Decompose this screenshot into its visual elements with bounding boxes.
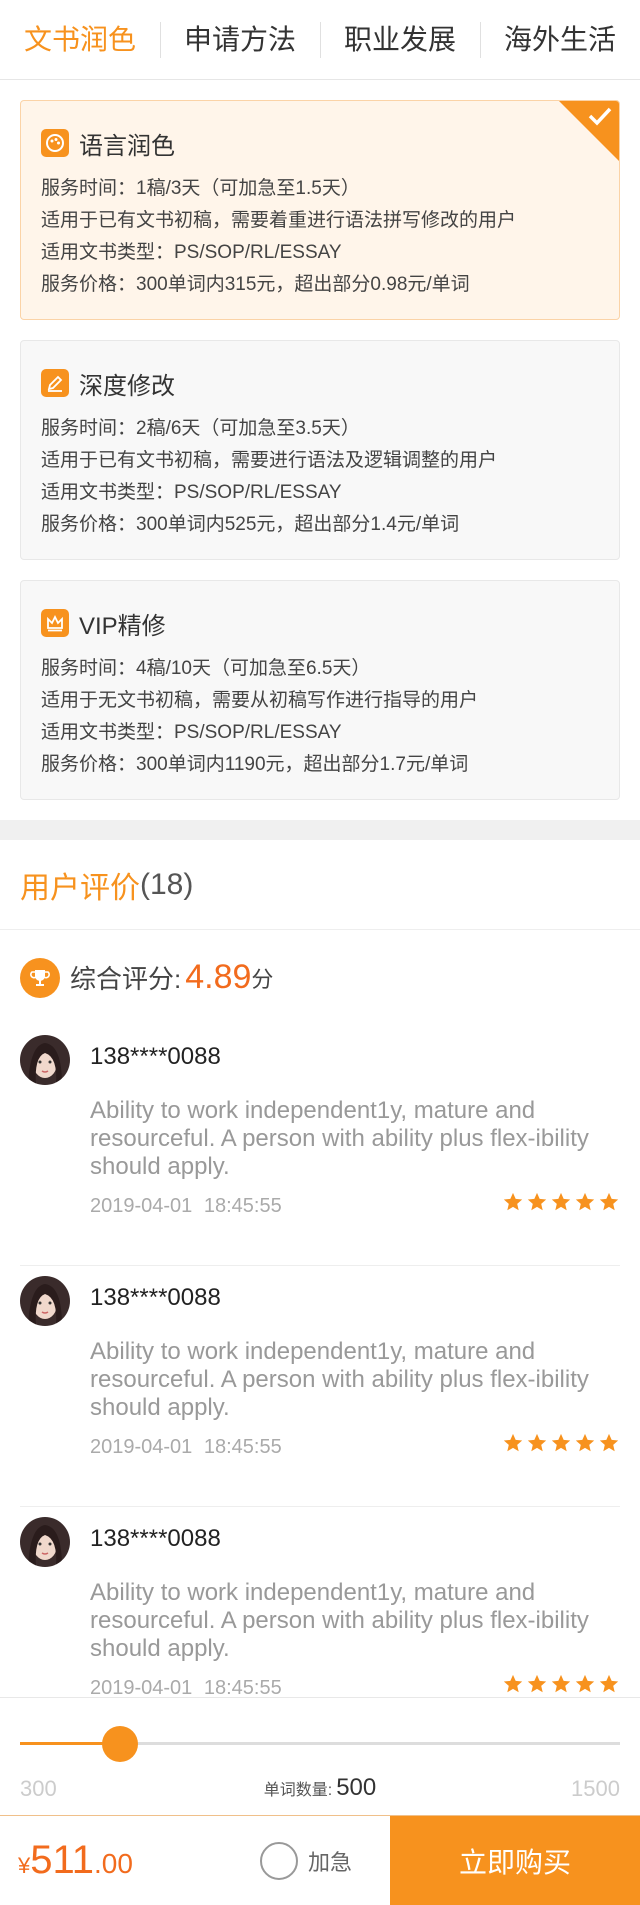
checkmark-icon	[588, 107, 612, 126]
reviewer-name: 138****0088	[90, 1525, 221, 1552]
tab-application-methods[interactable]: 申请方法	[160, 0, 320, 80]
service-types: 适用文书类型：PS/SOP/RL/ESSAY	[41, 242, 342, 263]
service-card-deep-revision[interactable]: 深度修改 服务时间：2稿/6天（可加急至3.5天） 适用于已有文书初稿，需要进行…	[20, 340, 620, 560]
service-price: 服务价格：300单词内1190元，超出部分1.7元/单词	[41, 754, 469, 775]
service-audience: 适用于已有文书初稿，需要着重进行语法拼写修改的用户	[41, 210, 517, 231]
star-rating	[502, 1191, 620, 1213]
review-date: 2019-04-01 18:45:55	[90, 1436, 282, 1458]
overall-label: 综合评分:	[70, 964, 182, 994]
review-date: 2019-04-01 18:45:55	[90, 1195, 282, 1217]
total-price: ¥511.00	[0, 1816, 260, 1905]
service-time: 服务时间：2稿/6天（可加急至3.5天）	[41, 418, 360, 439]
slider-thumb[interactable]	[102, 1726, 139, 1762]
star-icon	[575, 1192, 595, 1211]
slider-max: 1500	[571, 1776, 620, 1801]
service-price: 服务价格：300单词内525元，超出部分1.4元/单词	[41, 514, 460, 535]
star-rating	[502, 1673, 620, 1695]
palette-icon	[41, 129, 69, 157]
star-icon	[503, 1674, 523, 1693]
reviews-header: 用户评价 (18)	[0, 840, 640, 930]
trophy-icon	[20, 957, 60, 998]
star-icon	[551, 1433, 571, 1452]
word-count-value: 500	[336, 1774, 377, 1801]
service-title: 深度修改	[79, 372, 175, 400]
service-time: 服务时间：1稿/3天（可加急至1.5天）	[41, 178, 360, 199]
star-icon	[551, 1192, 571, 1211]
section-divider	[0, 820, 640, 840]
service-cards: 语言润色 服务时间：1稿/3天（可加急至1.5天） 适用于已有文书初稿，需要着重…	[0, 80, 640, 800]
star-icon	[527, 1674, 547, 1693]
star-icon	[575, 1674, 595, 1693]
overall-rating: 综合评分: 4.89 分	[0, 930, 640, 1025]
review-text: Ability to work independent1y, mature an…	[90, 1097, 589, 1180]
service-title: 语言润色	[79, 132, 175, 160]
buy-now-button[interactable]: 立即购买	[390, 1816, 640, 1905]
review-item: 138****0088 Ability to work independent1…	[20, 1025, 620, 1266]
avatar	[20, 1035, 70, 1085]
service-card-vip-polish[interactable]: VIP精修 服务时间：4稿/10天（可加急至6.5天） 适用于无文书初稿，需要从…	[20, 580, 620, 800]
crown-icon	[41, 609, 69, 637]
service-price: 服务价格：300单词内315元，超出部分0.98元/单词	[41, 274, 470, 295]
avatar	[20, 1517, 70, 1567]
word-count-slider: 300 单词数量: 500 1500	[0, 1697, 640, 1815]
star-icon	[527, 1192, 547, 1211]
star-icon	[599, 1674, 619, 1693]
edit-icon	[41, 369, 69, 397]
star-icon	[551, 1674, 571, 1693]
tab-overseas-life[interactable]: 海外生活	[480, 0, 640, 80]
word-count-readout: 单词数量: 500	[0, 1774, 640, 1802]
star-rating	[502, 1432, 620, 1454]
service-audience: 适用于无文书初稿，需要从初稿写作进行指导的用户	[41, 690, 479, 711]
overall-score: 4.89	[185, 958, 252, 996]
reviews-title: 用户评价	[20, 871, 140, 905]
word-count-label: 单词数量:	[263, 1782, 333, 1799]
avatar	[20, 1276, 70, 1326]
review-item: 138****0088 Ability to work independent1…	[20, 1266, 620, 1507]
service-title: VIP精修	[79, 612, 166, 640]
urgent-toggle[interactable]: 加急	[260, 1816, 390, 1905]
tab-document-polish[interactable]: 文书润色	[0, 0, 160, 80]
urgent-radio[interactable]	[260, 1841, 298, 1880]
reviewer-name: 138****0088	[90, 1043, 221, 1070]
review-text: Ability to work independent1y, mature an…	[90, 1579, 589, 1662]
star-icon	[599, 1192, 619, 1211]
service-card-language-polish[interactable]: 语言润色 服务时间：1稿/3天（可加急至1.5天） 适用于已有文书初稿，需要着重…	[20, 100, 620, 320]
price-integer: 511	[30, 1838, 95, 1882]
star-icon	[575, 1433, 595, 1452]
service-types: 适用文书类型：PS/SOP/RL/ESSAY	[41, 482, 342, 503]
tab-career-development[interactable]: 职业发展	[320, 0, 480, 80]
review-text: Ability to work independent1y, mature an…	[90, 1338, 589, 1421]
star-icon	[527, 1433, 547, 1452]
currency-symbol: ¥	[18, 1853, 31, 1878]
purchase-bar: ¥511.00 加急 立即购买	[0, 1815, 640, 1905]
reviews-count: (18)	[140, 867, 194, 901]
service-audience: 适用于已有文书初稿，需要进行语法及逻辑调整的用户	[41, 450, 498, 471]
star-icon	[503, 1192, 523, 1211]
review-list: 138****0088 Ability to work independent1…	[0, 1025, 640, 1748]
urgent-label: 加急	[308, 1849, 353, 1875]
service-types: 适用文书类型：PS/SOP/RL/ESSAY	[41, 722, 342, 743]
overall-unit: 分	[251, 966, 274, 992]
reviewer-name: 138****0088	[90, 1284, 221, 1311]
star-icon	[599, 1433, 619, 1452]
category-tabs: 文书润色 申请方法 职业发展 海外生活	[0, 0, 640, 80]
service-time: 服务时间：4稿/10天（可加急至6.5天）	[41, 658, 371, 679]
price-decimal: .00	[94, 1848, 133, 1879]
star-icon	[503, 1433, 523, 1452]
